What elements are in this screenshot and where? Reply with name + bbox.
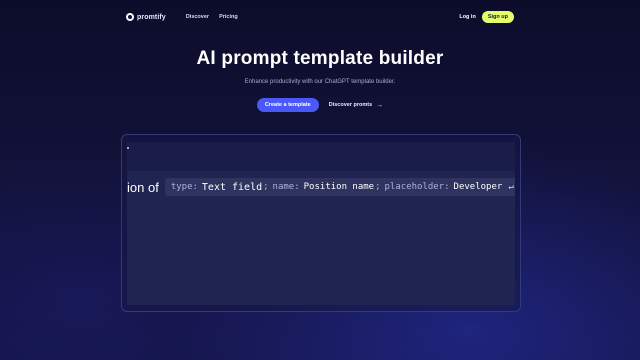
type-key: type: (170, 182, 198, 192)
variable-chip[interactable]: type: Text field ; name: Position name ;… (164, 178, 515, 196)
brand-name: promtify (137, 13, 166, 21)
cta-row: Create a template Discover promts → (0, 98, 640, 112)
editor-toolbar (127, 142, 515, 171)
create-template-button[interactable]: Create a template (256, 98, 319, 112)
nav-links: Discover Pricing (186, 14, 238, 20)
template-editor[interactable]: ion of type: Text field ; name: Position… (127, 142, 515, 305)
hero-subtitle: Enhance productivity with our ChatGPT te… (244, 79, 396, 85)
signup-button[interactable]: Sign up (481, 11, 514, 23)
type-value: Text field (201, 181, 263, 193)
placeholder-value: Developer (453, 182, 503, 192)
nav-link-discover[interactable]: Discover (186, 14, 209, 20)
discover-prompts-label: Discover promts (328, 102, 373, 108)
arrow-right-icon: → (376, 101, 384, 109)
prompt-line[interactable]: ion of type: Text field ; name: Position… (127, 178, 515, 196)
discover-prompts-link[interactable]: Discover promts → (329, 102, 383, 109)
separator: ; (263, 182, 269, 192)
name-value: Position name (303, 182, 375, 192)
auth-actions: Log in Sign up (459, 11, 514, 23)
promtify-logo-icon (126, 13, 134, 21)
placeholder-key: placeholder: (384, 182, 450, 192)
top-nav: promtify Discover Pricing Log in Sign up (126, 9, 514, 25)
nav-link-pricing[interactable]: Pricing (219, 14, 238, 20)
brand-logo[interactable]: promtify (126, 13, 166, 21)
prompt-text: ion of (127, 179, 159, 195)
hero-title: AI prompt template builder (196, 48, 444, 69)
login-link[interactable]: Log in (459, 14, 476, 20)
cursor-dot-icon (127, 147, 129, 149)
separator: ; (375, 182, 381, 192)
return-icon: ↵ (508, 182, 514, 192)
name-key: name: (272, 182, 300, 192)
